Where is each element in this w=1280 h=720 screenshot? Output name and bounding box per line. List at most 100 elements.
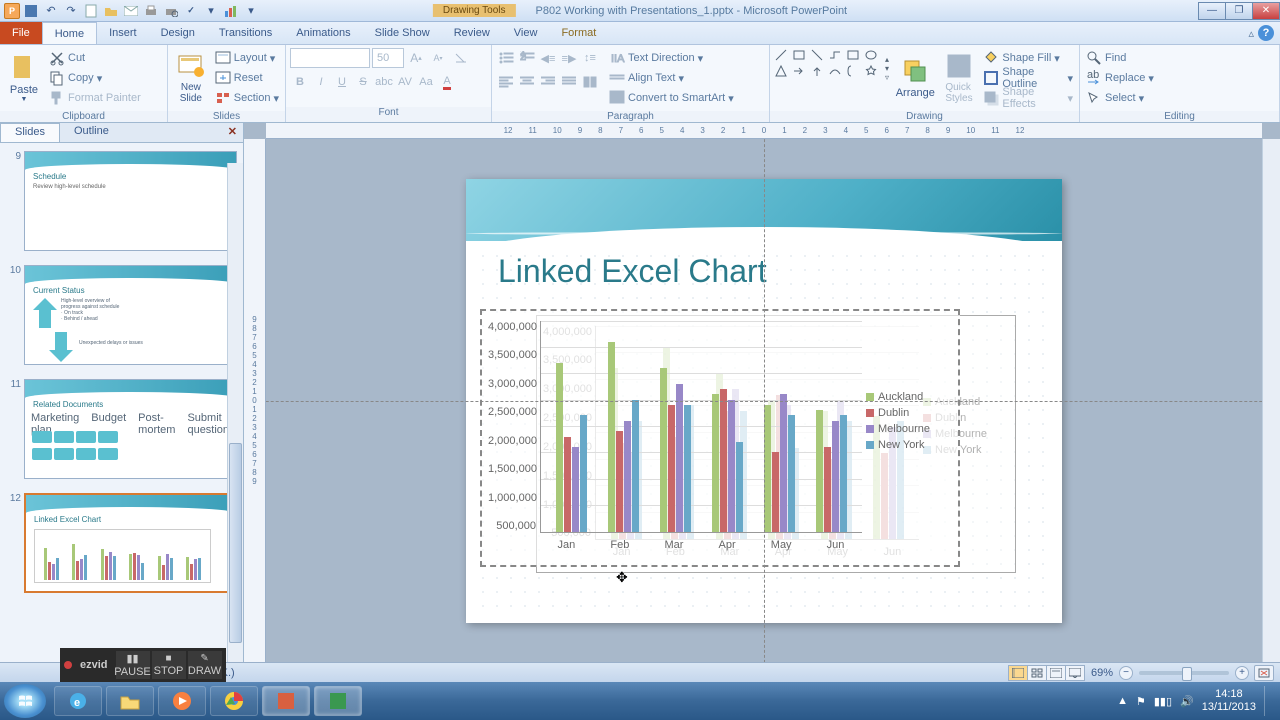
minimize-button[interactable]: — (1198, 2, 1226, 20)
font-family-input[interactable] (290, 48, 370, 68)
align-left-icon[interactable] (496, 72, 516, 92)
email-icon[interactable] (122, 2, 140, 20)
slide-canvas[interactable]: Linked Excel Chart 500,0001,000,0001,500… (266, 139, 1262, 662)
font-color-icon[interactable]: A (437, 72, 457, 92)
transitions-tab[interactable]: Transitions (207, 22, 284, 44)
spacing-icon[interactable]: AV (395, 72, 415, 92)
shape-fill-button[interactable]: Shape Fill ▾ (981, 48, 1075, 68)
shape-rect-icon[interactable] (792, 48, 806, 62)
layout-button[interactable]: Layout ▾ (213, 48, 281, 68)
system-tray[interactable]: ▲ ⚑ ▮▮▯ 🔊 14:1813/11/2013 (1117, 686, 1276, 716)
print-preview-icon[interactable] (162, 2, 180, 20)
insert-tab[interactable]: Insert (97, 22, 149, 44)
reading-view-icon[interactable] (1046, 665, 1066, 681)
shape-line-icon[interactable] (774, 48, 788, 62)
zoom-level[interactable]: 69% (1091, 667, 1113, 679)
recorder-stop-button[interactable]: ■STOP (152, 651, 186, 679)
thumbnail-12[interactable]: 12 Linked Excel Chart (6, 493, 237, 593)
shape-line2-icon[interactable] (810, 48, 824, 62)
shapes-gallery[interactable] (774, 48, 880, 78)
qat-customize-icon[interactable]: ▾ (242, 2, 260, 20)
strike-icon[interactable]: S (353, 72, 373, 92)
chart-object[interactable]: 500,0001,000,0001,500,0002,000,0002,500,… (480, 309, 960, 567)
shape-rect2-icon[interactable] (846, 48, 860, 62)
shape-star-icon[interactable] (864, 64, 878, 78)
line-spacing-icon[interactable]: ↕≡ (580, 48, 600, 68)
zoom-slider[interactable] (1139, 671, 1229, 675)
clear-format-icon[interactable] (450, 48, 470, 68)
slideshow-tab[interactable]: Slide Show (363, 22, 442, 44)
format-tab[interactable]: Format (549, 22, 608, 44)
grow-font-icon[interactable]: A▴ (406, 48, 426, 68)
shadow-icon[interactable]: abc (374, 72, 394, 92)
thumbnail-11[interactable]: 11 Related Documents MarketingplanBudget… (6, 379, 237, 479)
show-desktop-button[interactable] (1264, 686, 1272, 716)
start-button[interactable] (4, 684, 46, 718)
reset-button[interactable]: Reset (213, 68, 281, 88)
tray-network-icon[interactable]: ▮▮▯ (1154, 695, 1172, 708)
convert-smartart-button[interactable]: Convert to SmartArt ▾ (607, 88, 736, 108)
save-icon[interactable] (22, 2, 40, 20)
outline-tab[interactable]: Outline (60, 123, 123, 142)
taskbar-excel-icon[interactable]: X (314, 686, 362, 716)
paste-button[interactable]: Paste▼ (4, 48, 44, 108)
spelling-icon[interactable]: ✓ (182, 2, 200, 20)
justify-icon[interactable] (559, 72, 579, 92)
shape-oval-icon[interactable] (864, 48, 878, 62)
shape-arrowu-icon[interactable] (810, 64, 824, 78)
tray-flag-icon[interactable]: ▲ (1117, 695, 1128, 707)
taskbar-ie-icon[interactable]: e (54, 686, 102, 716)
zoom-out-icon[interactable]: − (1119, 666, 1133, 680)
help-icon[interactable]: ? (1258, 25, 1274, 41)
normal-view-icon[interactable] (1008, 665, 1028, 681)
zoom-in-icon[interactable]: + (1235, 666, 1249, 680)
taskbar-powerpoint-icon[interactable]: P (262, 686, 310, 716)
view-tab[interactable]: View (502, 22, 550, 44)
dedent-icon[interactable]: ◀≡ (538, 48, 558, 68)
close-button[interactable]: ✕ (1252, 2, 1280, 20)
undo-icon[interactable]: ↶ (42, 2, 60, 20)
shape-outline-button[interactable]: Shape Outline ▾ (981, 68, 1075, 88)
shapes-more-icon[interactable]: ▴▾▿ (883, 48, 891, 88)
file-tab[interactable]: File (0, 22, 42, 44)
select-button[interactable]: Select ▾ (1084, 88, 1156, 108)
nav-close-icon[interactable]: ✕ (222, 123, 243, 142)
shape-effects-button[interactable]: Shape Effects ▾ (981, 88, 1075, 108)
shape-arrowr-icon[interactable] (792, 64, 806, 78)
align-right-icon[interactable] (538, 72, 558, 92)
find-button[interactable]: Find (1084, 48, 1156, 68)
sorter-view-icon[interactable] (1027, 665, 1047, 681)
font-size-input[interactable] (372, 48, 404, 68)
quick-styles-button[interactable]: A Quick Styles (940, 48, 979, 108)
home-tab[interactable]: Home (42, 22, 97, 44)
section-button[interactable]: Section ▾ (213, 88, 281, 108)
slides-tab[interactable]: Slides (0, 123, 60, 142)
cut-button[interactable]: Cut (47, 48, 143, 68)
tray-clock[interactable]: 14:1813/11/2013 (1202, 688, 1256, 714)
redo-icon[interactable]: ↷ (62, 2, 80, 20)
design-tab[interactable]: Design (149, 22, 207, 44)
copy-button[interactable]: Copy ▾ (47, 68, 143, 88)
taskbar-wmp-icon[interactable] (158, 686, 206, 716)
thumbnail-scrollbar[interactable] (227, 163, 243, 662)
print-quick-icon[interactable] (142, 2, 160, 20)
fit-window-icon[interactable] (1254, 665, 1274, 681)
columns-icon[interactable] (580, 72, 600, 92)
chart-qat-icon[interactable] (222, 2, 240, 20)
slide-title[interactable]: Linked Excel Chart (498, 253, 767, 290)
review-tab[interactable]: Review (442, 22, 502, 44)
align-center-icon[interactable] (517, 72, 537, 92)
ribbon-minimize-icon[interactable]: ▵ (1248, 27, 1254, 40)
tray-action-icon[interactable]: ⚑ (1136, 695, 1146, 708)
shrink-font-icon[interactable]: A▾ (428, 48, 448, 68)
indent-icon[interactable]: ≡▶ (559, 48, 579, 68)
case-icon[interactable]: Aa (416, 72, 436, 92)
thumbnail-9[interactable]: 9 ScheduleReview high-level schedule (6, 151, 237, 251)
animations-tab[interactable]: Animations (284, 22, 362, 44)
tray-volume-icon[interactable]: 🔊 (1180, 695, 1194, 708)
recorder-pause-button[interactable]: ▮▮PAUSE (116, 651, 150, 679)
open-icon[interactable] (102, 2, 120, 20)
shape-curve-icon[interactable] (828, 64, 842, 78)
taskbar-chrome-icon[interactable] (210, 686, 258, 716)
new-slide-button[interactable]: New Slide (172, 48, 210, 108)
